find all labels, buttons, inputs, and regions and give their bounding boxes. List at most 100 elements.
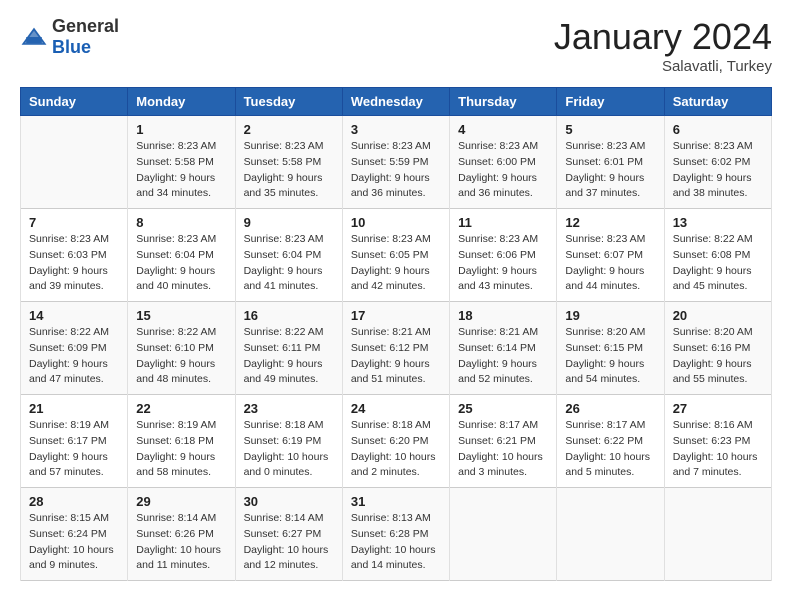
calendar-cell: 10 Sunrise: 8:23 AM Sunset: 6:05 PM Dayli… <box>342 209 449 302</box>
calendar-cell: 13Sunrise: 8:22 AM Sunset: 6:08 PM Dayli… <box>664 209 771 302</box>
calendar-cell: 30 Sunrise: 8:14 AM Sunset: 6:27 PM Dayli… <box>235 488 342 581</box>
day-number: 10 <box>351 215 441 230</box>
day-info: Sunrise: 8:17 AM Sunset: 6:21 PM Dayligh… <box>458 418 548 481</box>
calendar-cell <box>21 116 128 209</box>
day-info: Sunrise: 8:13 AM Sunset: 6:28 PM Dayligh… <box>351 511 441 574</box>
day-number: 14 <box>29 308 119 323</box>
calendar-row: 1 Sunrise: 8:23 AM Sunset: 5:58 PM Daylig… <box>21 116 772 209</box>
weekday-header: Tuesday <box>235 88 342 116</box>
calendar-cell: 8 Sunrise: 8:23 AM Sunset: 6:04 PM Daylig… <box>128 209 235 302</box>
day-number: 21 <box>29 401 119 416</box>
day-number: 31 <box>351 494 441 509</box>
day-info: Sunrise: 8:23 AM Sunset: 6:07 PM Dayligh… <box>565 232 655 295</box>
calendar-cell: 23 Sunrise: 8:18 AM Sunset: 6:19 PM Dayli… <box>235 395 342 488</box>
day-info: Sunrise: 8:21 AM Sunset: 6:12 PM Dayligh… <box>351 325 441 388</box>
day-info: Sunrise: 8:23 AM Sunset: 5:58 PM Dayligh… <box>244 139 334 202</box>
calendar-cell: 18 Sunrise: 8:21 AM Sunset: 6:14 PM Dayli… <box>450 302 557 395</box>
day-number: 30 <box>244 494 334 509</box>
day-number: 13 <box>673 215 763 230</box>
day-info: Sunrise: 8:18 AM Sunset: 6:20 PM Dayligh… <box>351 418 441 481</box>
weekday-header: Saturday <box>664 88 771 116</box>
day-number: 7 <box>29 215 119 230</box>
weekday-header: Thursday <box>450 88 557 116</box>
month-title: January 2024 <box>554 16 772 58</box>
calendar-cell: 11Sunrise: 8:23 AM Sunset: 6:06 PM Dayli… <box>450 209 557 302</box>
calendar-cell: 7 Sunrise: 8:23 AM Sunset: 6:03 PM Daylig… <box>21 209 128 302</box>
day-number: 23 <box>244 401 334 416</box>
day-number: 15 <box>136 308 226 323</box>
page-header: General Blue January 2024 Salavatli, Tur… <box>20 16 772 75</box>
day-number: 4 <box>458 122 548 137</box>
day-info: Sunrise: 8:18 AM Sunset: 6:19 PM Dayligh… <box>244 418 334 481</box>
day-info: Sunrise: 8:15 AM Sunset: 6:24 PM Dayligh… <box>29 511 119 574</box>
day-number: 16 <box>244 308 334 323</box>
day-info: Sunrise: 8:22 AM Sunset: 6:10 PM Dayligh… <box>136 325 226 388</box>
calendar-cell: 17Sunrise: 8:21 AM Sunset: 6:12 PM Dayli… <box>342 302 449 395</box>
calendar-row: 14 Sunrise: 8:22 AM Sunset: 6:09 PM Dayli… <box>21 302 772 395</box>
calendar-cell: 25 Sunrise: 8:17 AM Sunset: 6:21 PM Dayli… <box>450 395 557 488</box>
location-subtitle: Salavatli, Turkey <box>554 58 772 75</box>
logo-text: General Blue <box>52 16 119 58</box>
day-info: Sunrise: 8:23 AM Sunset: 6:04 PM Dayligh… <box>244 232 334 295</box>
day-number: 8 <box>136 215 226 230</box>
calendar-row: 28 Sunrise: 8:15 AM Sunset: 6:24 PM Dayli… <box>21 488 772 581</box>
day-info: Sunrise: 8:16 AM Sunset: 6:23 PM Dayligh… <box>673 418 763 481</box>
day-info: Sunrise: 8:14 AM Sunset: 6:26 PM Dayligh… <box>136 511 226 574</box>
weekday-header: Friday <box>557 88 664 116</box>
logo-general: General <box>52 16 119 36</box>
day-number: 25 <box>458 401 548 416</box>
day-number: 18 <box>458 308 548 323</box>
day-number: 28 <box>29 494 119 509</box>
day-number: 20 <box>673 308 763 323</box>
calendar-cell: 12 Sunrise: 8:23 AM Sunset: 6:07 PM Dayli… <box>557 209 664 302</box>
day-number: 27 <box>673 401 763 416</box>
calendar-cell: 31 Sunrise: 8:13 AM Sunset: 6:28 PM Dayli… <box>342 488 449 581</box>
weekday-header: Wednesday <box>342 88 449 116</box>
calendar-row: 21Sunrise: 8:19 AM Sunset: 6:17 PM Dayli… <box>21 395 772 488</box>
calendar-cell: 24 Sunrise: 8:18 AM Sunset: 6:20 PM Dayli… <box>342 395 449 488</box>
calendar-table: SundayMondayTuesdayWednesdayThursdayFrid… <box>20 87 772 581</box>
calendar-cell: 6Sunrise: 8:23 AM Sunset: 6:02 PM Daylig… <box>664 116 771 209</box>
day-info: Sunrise: 8:14 AM Sunset: 6:27 PM Dayligh… <box>244 511 334 574</box>
day-number: 22 <box>136 401 226 416</box>
day-info: Sunrise: 8:23 AM Sunset: 6:01 PM Dayligh… <box>565 139 655 202</box>
day-number: 26 <box>565 401 655 416</box>
title-block: January 2024 Salavatli, Turkey <box>554 16 772 75</box>
logo-icon <box>20 26 48 48</box>
day-number: 6 <box>673 122 763 137</box>
day-number: 5 <box>565 122 655 137</box>
day-info: Sunrise: 8:17 AM Sunset: 6:22 PM Dayligh… <box>565 418 655 481</box>
day-number: 11 <box>458 215 548 230</box>
day-info: Sunrise: 8:22 AM Sunset: 6:09 PM Dayligh… <box>29 325 119 388</box>
day-info: Sunrise: 8:22 AM Sunset: 6:11 PM Dayligh… <box>244 325 334 388</box>
day-info: Sunrise: 8:23 AM Sunset: 6:04 PM Dayligh… <box>136 232 226 295</box>
calendar-cell: 15 Sunrise: 8:22 AM Sunset: 6:10 PM Dayli… <box>128 302 235 395</box>
day-info: Sunrise: 8:23 AM Sunset: 6:03 PM Dayligh… <box>29 232 119 295</box>
weekday-header: Monday <box>128 88 235 116</box>
day-number: 9 <box>244 215 334 230</box>
day-info: Sunrise: 8:23 AM Sunset: 5:59 PM Dayligh… <box>351 139 441 202</box>
calendar-cell: 5 Sunrise: 8:23 AM Sunset: 6:01 PM Daylig… <box>557 116 664 209</box>
calendar-cell: 4Sunrise: 8:23 AM Sunset: 6:00 PM Daylig… <box>450 116 557 209</box>
calendar-cell: 27 Sunrise: 8:16 AM Sunset: 6:23 PM Dayli… <box>664 395 771 488</box>
day-info: Sunrise: 8:21 AM Sunset: 6:14 PM Dayligh… <box>458 325 548 388</box>
day-number: 2 <box>244 122 334 137</box>
calendar-cell: 22Sunrise: 8:19 AM Sunset: 6:18 PM Dayli… <box>128 395 235 488</box>
calendar-cell: 21Sunrise: 8:19 AM Sunset: 6:17 PM Dayli… <box>21 395 128 488</box>
day-info: Sunrise: 8:23 AM Sunset: 6:05 PM Dayligh… <box>351 232 441 295</box>
calendar-cell: 29Sunrise: 8:14 AM Sunset: 6:26 PM Dayli… <box>128 488 235 581</box>
logo-blue: Blue <box>52 37 91 57</box>
calendar-cell <box>557 488 664 581</box>
day-number: 1 <box>136 122 226 137</box>
calendar-cell <box>450 488 557 581</box>
header-row: SundayMondayTuesdayWednesdayThursdayFrid… <box>21 88 772 116</box>
calendar-cell: 2 Sunrise: 8:23 AM Sunset: 5:58 PM Daylig… <box>235 116 342 209</box>
calendar-cell: 3Sunrise: 8:23 AM Sunset: 5:59 PM Daylig… <box>342 116 449 209</box>
logo: General Blue <box>20 16 119 58</box>
day-info: Sunrise: 8:20 AM Sunset: 6:16 PM Dayligh… <box>673 325 763 388</box>
calendar-cell: 14 Sunrise: 8:22 AM Sunset: 6:09 PM Dayli… <box>21 302 128 395</box>
calendar-cell: 19Sunrise: 8:20 AM Sunset: 6:15 PM Dayli… <box>557 302 664 395</box>
day-number: 24 <box>351 401 441 416</box>
day-number: 12 <box>565 215 655 230</box>
calendar-row: 7 Sunrise: 8:23 AM Sunset: 6:03 PM Daylig… <box>21 209 772 302</box>
